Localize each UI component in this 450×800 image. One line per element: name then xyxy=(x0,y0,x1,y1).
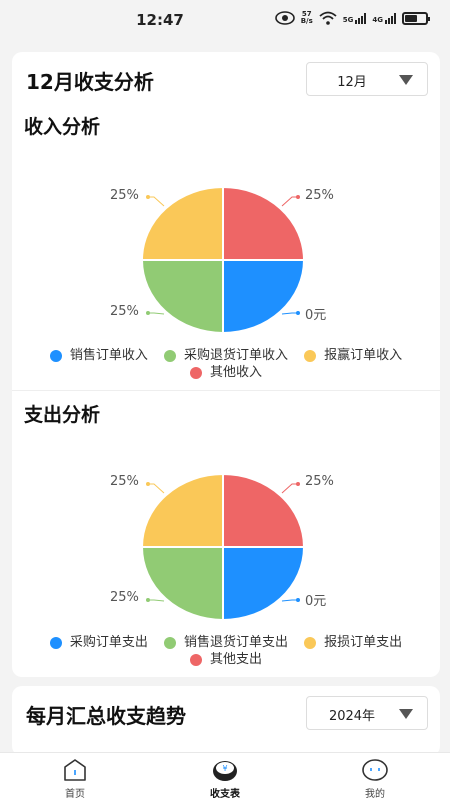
pie-label-bottom-left: 25% xyxy=(110,590,139,605)
expense-legend: 采购订单支出 销售退货订单支出 报损订单支出 其他支出 xyxy=(12,636,440,670)
dropdown-arrow-icon xyxy=(399,709,413,719)
wifi-icon xyxy=(319,11,337,25)
pie-label-top-left: 25% xyxy=(110,474,139,489)
income-legend: 销售订单收入 采购退货订单收入 报赢订单收入 其他收入 xyxy=(12,349,440,383)
pie-slice-bottom-left xyxy=(140,546,224,622)
section-divider xyxy=(12,390,440,391)
status-bar: 12:47 57 B/s 5G 4G xyxy=(0,0,450,40)
pie-slice-bottom-right xyxy=(222,259,306,335)
pie-label-top-left: 25% xyxy=(110,188,139,203)
signal-icon: 5G xyxy=(343,12,367,24)
pie-slice-top-right xyxy=(222,472,306,548)
pie-slice-top-right xyxy=(222,185,306,261)
status-time: 12:47 xyxy=(136,11,184,29)
monthly-trend-card: 每月汇总收支趋势 2024年 xyxy=(12,686,440,756)
pie-slice-top-left xyxy=(140,185,224,261)
legend-item[interactable]: 采购订单支出 xyxy=(49,636,148,650)
legend-item[interactable]: 其他支出 xyxy=(189,653,262,667)
legend-item[interactable]: 报赢订单收入 xyxy=(304,349,402,363)
expense-pie-chart xyxy=(140,472,306,622)
pie-label-top-right: 25% xyxy=(305,188,334,203)
signal-icon-2: 4G xyxy=(372,12,396,24)
pie-label-top-right: 25% xyxy=(305,474,334,489)
legend-item[interactable]: 销售订单收入 xyxy=(49,349,148,363)
pie-slice-bottom-left xyxy=(140,259,224,335)
profile-icon xyxy=(361,757,389,783)
home-icon xyxy=(61,757,89,783)
legend-item[interactable]: 采购退货订单收入 xyxy=(163,349,288,363)
income-pie-chart xyxy=(140,185,306,335)
legend-item[interactable]: 报损订单支出 xyxy=(304,636,402,650)
bottom-tab-bar: 首页 ¥ 收支表 我的 xyxy=(0,752,450,800)
expense-section-title: 支出分析 xyxy=(24,404,101,426)
legend-item[interactable]: 其他收入 xyxy=(189,366,262,380)
pie-slice-bottom-right xyxy=(222,546,306,622)
pie-label-bottom-left: 25% xyxy=(110,304,139,319)
tab-profile[interactable]: 我的 xyxy=(335,757,415,800)
tab-finance[interactable]: ¥ 收支表 xyxy=(185,757,265,800)
legend-item[interactable]: 销售退货订单支出 xyxy=(163,636,288,650)
status-icons: 57 B/s 5G 4G xyxy=(274,10,430,25)
card-title: 12月收支分析 xyxy=(26,70,154,94)
pie-slice-top-left xyxy=(140,472,224,548)
finance-icon: ¥ xyxy=(211,757,239,783)
battery-icon xyxy=(402,11,430,25)
pie-label-bottom-right: 0元 xyxy=(305,308,327,323)
eye-icon xyxy=(274,11,295,25)
pie-label-bottom-right: 0元 xyxy=(305,594,327,609)
card-title: 每月汇总收支趋势 xyxy=(26,704,186,728)
month-select[interactable]: 12月 xyxy=(306,62,428,96)
monthly-analysis-card: 12月收支分析 12月 收入分析 25% 25% 25% 0元 销售订单收入 采… xyxy=(12,52,440,677)
net-speed: 57 B/s xyxy=(300,10,313,25)
tab-home[interactable]: 首页 xyxy=(35,757,115,800)
dropdown-arrow-icon xyxy=(399,75,413,85)
svg-text:¥: ¥ xyxy=(222,764,227,773)
year-select[interactable]: 2024年 xyxy=(306,696,428,730)
income-section-title: 收入分析 xyxy=(24,116,101,138)
